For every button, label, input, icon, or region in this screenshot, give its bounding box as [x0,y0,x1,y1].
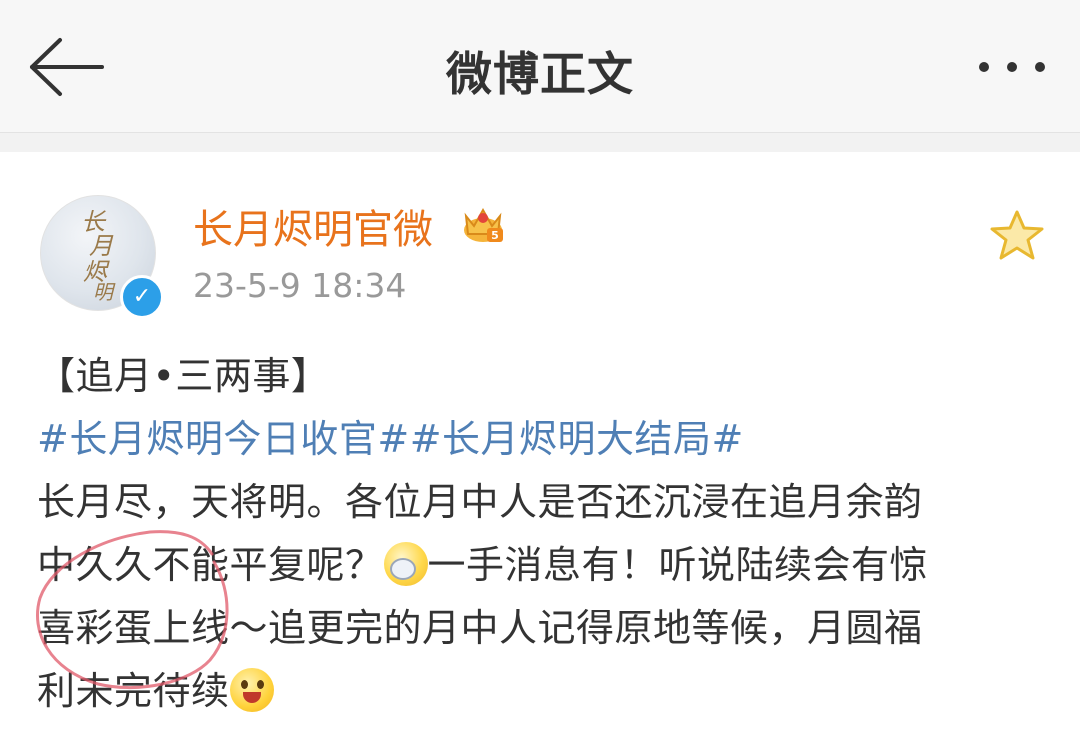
post-card: 长 月 烬 明 ✓ 长月烬明官微 5 23-5-9 18:34 【追月•三两事】… [0,152,1080,735]
page-title: 微博正文 [446,47,634,101]
verified-badge-icon: ✓ [120,275,164,319]
favorite-button[interactable] [988,208,1046,262]
happy-emoji-icon [229,668,274,712]
post-heading: 【追月•三两事】 [37,354,330,398]
star-icon [990,210,1044,260]
post-text-line: 利未完待续 [37,660,1042,723]
svg-text:5: 5 [491,229,499,242]
post-content: 【追月•三两事】 #长月烬明今日收官##长月烬明大结局# 长月尽，天将明。各位月… [37,345,1042,723]
post-text-line: 中久久不能平复呢？ 一手消息有！听说陆续会有惊 [37,534,1042,597]
hashtag-line: #长月烬明今日收官##长月烬明大结局# [37,408,1042,471]
avatar-logo-char: 明 [93,280,113,304]
author-name[interactable]: 长月烬明官微 [193,197,433,255]
post-text-segment: 一手消息有！听说陆续会有惊 [427,543,929,587]
post-text-line: 喜彩蛋上线～追更完的月中人记得原地等候，月圆福 [37,606,923,650]
more-dots-icon [979,62,1045,72]
post-timestamp: 23-5-9 18:34 [193,266,407,305]
gasp-emoji-icon [383,542,428,586]
post-text-segment: 利未完待续 [37,669,230,713]
hashtag-link[interactable]: #长月烬明大结局# [410,417,744,461]
top-nav-bar: 微博正文 [0,0,1080,133]
crown-icon: 5 [464,207,503,242]
post-text-segment: 中久久不能平复呢？ [37,543,384,587]
more-options-button[interactable] [974,50,1054,84]
hashtag-link[interactable]: #长月烬明今日收官# [37,417,410,461]
post-text-line: 长月尽，天将明。各位月中人是否还沉浸在追月余韵 [37,480,923,524]
